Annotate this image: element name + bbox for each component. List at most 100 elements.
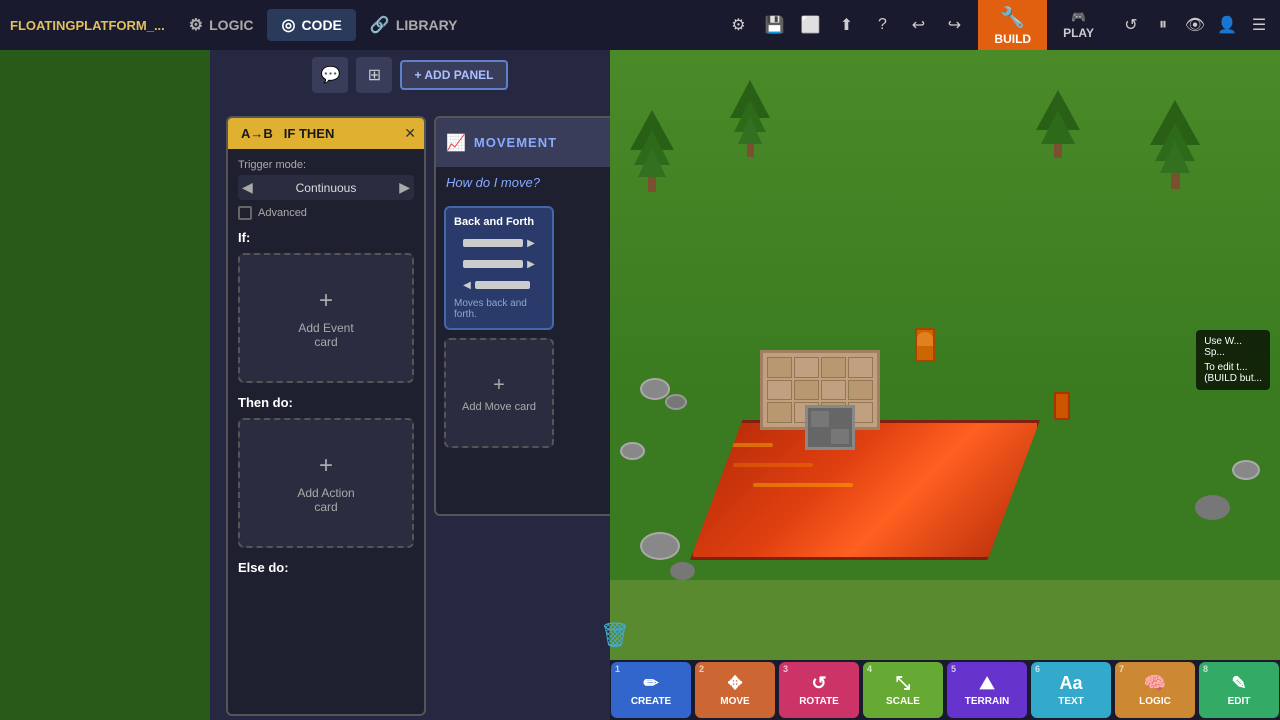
- play-button[interactable]: 🎮 PLAY: [1047, 0, 1110, 50]
- logic-nav-btn[interactable]: ⚙ LOGIC: [175, 9, 268, 41]
- rock-1: [640, 378, 670, 400]
- code-nav-btn[interactable]: ◎ CODE: [267, 9, 355, 41]
- text-tool-button[interactable]: 6 Aa TEXT: [1031, 662, 1111, 718]
- rock-2: [665, 394, 687, 410]
- arrow-bar-2: [463, 260, 523, 268]
- stone-tile-2: [794, 357, 819, 378]
- menu-icon[interactable]: ☰: [1244, 10, 1274, 40]
- scale-tool-button[interactable]: 4 ⤡ SCALE: [863, 662, 943, 718]
- chat-btn[interactable]: 💬: [312, 57, 348, 93]
- add-move-card[interactable]: + Add Move card: [444, 338, 554, 448]
- advanced-checkbox[interactable]: [238, 206, 252, 220]
- save-icon[interactable]: 💾: [758, 9, 790, 41]
- move-tool-wrapper: 2 ✥ MOVE: [695, 662, 775, 718]
- movement-title: MOVEMENT: [474, 135, 610, 150]
- back-and-forth-card[interactable]: Back and Forth ▶ ▶ ◀: [444, 206, 554, 330]
- lava-line-2: [733, 463, 813, 467]
- if-then-close-button[interactable]: ✕: [404, 125, 416, 142]
- stone-tile-1: [767, 357, 792, 378]
- edit-icon: ✎: [1231, 673, 1246, 694]
- movement-cards: Back and Forth ▶ ▶ ◀: [436, 198, 610, 456]
- trash-button[interactable]: 🗑: [600, 621, 630, 650]
- rock-3: [620, 442, 645, 460]
- arrow-bar-4: [475, 281, 530, 289]
- back-and-forth-visual: ▶ ▶ ◀: [454, 234, 544, 294]
- if-then-panel: A→B IF THEN ✕ Trigger mode: ◀ Continuous…: [226, 116, 426, 716]
- play-gamepad-icon: 🎮: [1071, 10, 1086, 24]
- add-move-plus-icon: +: [493, 374, 505, 397]
- build-button[interactable]: 🔧 BUILD: [978, 0, 1047, 50]
- trigger-nav: ◀ Continuous ▶: [238, 175, 414, 200]
- move-label: MOVE: [720, 696, 749, 707]
- refresh-icon[interactable]: ↺: [1116, 10, 1146, 40]
- logic-tool-button[interactable]: 7 🧠 LOGIC: [1115, 662, 1195, 718]
- ab-icon: A→B: [236, 124, 278, 143]
- help-icon[interactable]: ?: [866, 9, 898, 41]
- add-action-card[interactable]: + Add Actioncard: [238, 418, 414, 548]
- text-icon: Aa: [1059, 673, 1082, 694]
- text-label: TEXT: [1058, 696, 1084, 707]
- logic-icon: ⚙: [189, 15, 203, 35]
- redo-icon[interactable]: ↪: [938, 9, 970, 41]
- arrow-row-1: ▶: [463, 238, 535, 249]
- rock-7: [670, 562, 695, 580]
- window-icon[interactable]: ⬜: [794, 9, 826, 41]
- rock-4: [1232, 460, 1260, 480]
- then-label: Then do:: [238, 395, 414, 410]
- rock-5: [1195, 495, 1230, 520]
- settings-icon[interactable]: ⚙: [722, 9, 754, 41]
- game-viewport: Use W... Sp... To edit t... (BUILD but..…: [610, 50, 1280, 660]
- rotate-num: 3: [783, 664, 788, 674]
- lava-line-3: [753, 483, 853, 487]
- move-arrows: ▶ ▶ ◀: [463, 238, 535, 291]
- library-btn[interactable]: 🔗 LIBRARY: [356, 9, 472, 41]
- trigger-next-btn[interactable]: ▶: [399, 179, 410, 196]
- edit-num: 8: [1203, 664, 1208, 674]
- create-num: 1: [615, 664, 620, 674]
- build-wrench-icon: 🔧: [1000, 5, 1025, 30]
- focus-btn[interactable]: ⊞: [356, 57, 392, 93]
- move-icon: ✥: [727, 673, 742, 694]
- create-tool-button[interactable]: 1 ✏ CREATE: [611, 662, 691, 718]
- tooltip-line1: Use W...: [1204, 336, 1262, 347]
- game-scene: Use W... Sp... To edit t... (BUILD but..…: [610, 50, 1280, 660]
- tree-1: [630, 110, 674, 192]
- tooltip-line2: Sp...: [1204, 347, 1262, 358]
- terrain-tool-wrapper: 5 ⛰ TERRAIN: [947, 662, 1027, 718]
- arrow-row-3: ◀: [463, 280, 530, 291]
- text-num: 6: [1035, 664, 1040, 674]
- trigger-value: Continuous: [296, 181, 357, 195]
- logic-tool-wrapper: 7 🧠 LOGIC: [1115, 662, 1195, 718]
- if-then-header: A→B IF THEN ✕: [228, 118, 424, 149]
- add-event-card[interactable]: + Add Eventcard: [238, 253, 414, 383]
- scale-num: 4: [867, 664, 872, 674]
- move-tool-button[interactable]: 2 ✥ MOVE: [695, 662, 775, 718]
- project-title: FLOATINGPLATFORM_...: [0, 18, 175, 33]
- library-icon: 🔗: [370, 15, 390, 35]
- person-icon[interactable]: 👤: [1212, 10, 1242, 40]
- stone-tile-3: [821, 357, 846, 378]
- rotate-icon: ↺: [811, 673, 826, 694]
- pause-icon[interactable]: ⏸: [1148, 10, 1178, 40]
- create-icon: ✏: [643, 673, 658, 694]
- create-tool-wrapper: 1 ✏ CREATE: [611, 662, 691, 718]
- rotate-tool-button[interactable]: 3 ↺ ROTATE: [779, 662, 859, 718]
- character-head: [917, 332, 933, 346]
- advanced-row: Advanced: [238, 206, 414, 220]
- add-panel-button[interactable]: + ADD PANEL: [400, 60, 507, 90]
- trigger-prev-btn[interactable]: ◀: [242, 179, 253, 196]
- edit-tool-wrapper: 8 ✎ EDIT: [1199, 662, 1279, 718]
- eye-icon[interactable]: 👁: [1180, 10, 1210, 40]
- edit-tool-button[interactable]: 8 ✎ EDIT: [1199, 662, 1279, 718]
- top-bar: FLOATINGPLATFORM_... ⚙ LOGIC ◎ CODE 🔗 LI…: [0, 0, 1280, 50]
- terrain-label: TERRAIN: [965, 696, 1009, 707]
- stone-tile-6: [794, 380, 819, 401]
- upload-icon[interactable]: ⬆: [830, 9, 862, 41]
- stone-block-2: [831, 411, 849, 427]
- arrow-bar-1: [463, 239, 523, 247]
- undo-icon[interactable]: ↩: [902, 9, 934, 41]
- movement-chart-icon: 📈: [446, 133, 466, 153]
- terrain-tool-button[interactable]: 5 ⛰ TERRAIN: [947, 662, 1027, 718]
- stone-block-4: [831, 429, 849, 445]
- ctrl-icons: ↺ ⏸ 👁 👤 ☰: [1110, 10, 1280, 40]
